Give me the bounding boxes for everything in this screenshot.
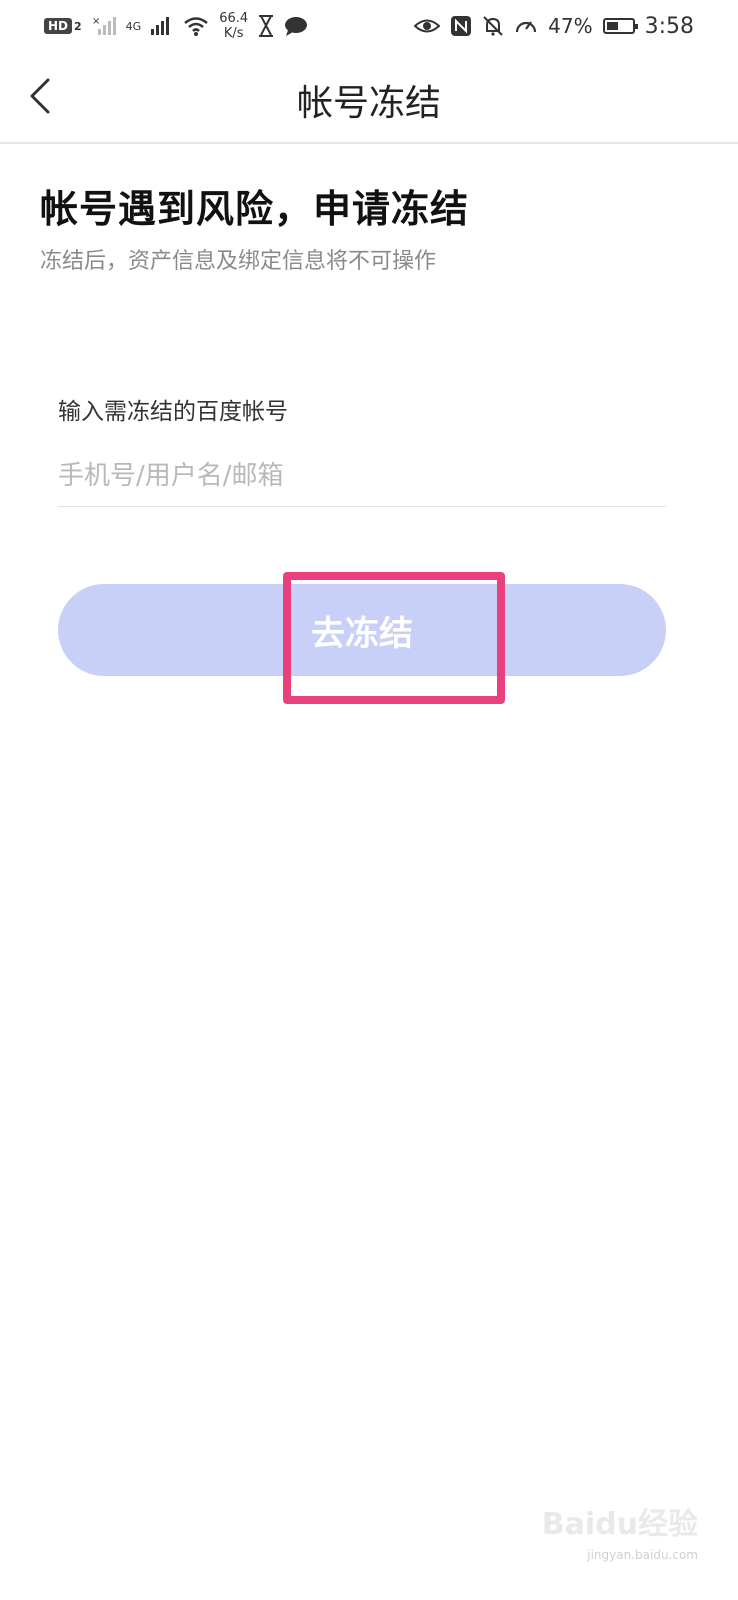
freeze-button[interactable]: 去冻结 <box>58 584 666 676</box>
clock: 3:58 <box>644 13 694 39</box>
net-speed-value: 66.4 <box>219 11 249 26</box>
page-title: 帐号冻结 <box>296 83 441 124</box>
watermark: Baidu经验 jingyan.baidu.com <box>542 1510 698 1570</box>
signal-x-icon: × <box>92 16 116 35</box>
subtitle: 冻结后，资产信息及绑定信息将不可操作 <box>40 249 437 274</box>
speed-icon <box>516 21 537 33</box>
network-type-label: 4G <box>125 19 142 33</box>
account-input[interactable] <box>58 446 666 507</box>
watermark-sub: jingyan.baidu.com <box>587 1548 698 1562</box>
freeze-button-label: 去冻结 <box>311 613 413 654</box>
hourglass-icon <box>259 15 274 37</box>
signal-icon <box>151 17 170 35</box>
hd-badge: HD <box>44 18 73 34</box>
battery-fill <box>606 22 618 30</box>
watermark-text: Baidu经验 <box>541 1507 698 1542</box>
chat-icon <box>285 17 308 36</box>
net-speed-unit: K/s <box>223 26 244 41</box>
net-speed: 66.4 K/s <box>219 11 248 41</box>
battery-percent: 47% <box>548 14 593 38</box>
status-bar-right: 47% 3:58 <box>414 14 694 39</box>
status-bar-left: HD 2 × 4G 66.4 K/s <box>44 11 308 41</box>
nfc-icon <box>451 16 472 36</box>
account-field-label: 输入需冻结的百度帐号 <box>58 399 288 425</box>
sim-number: 2 <box>74 19 82 33</box>
wifi-icon <box>184 17 208 36</box>
eye-icon <box>414 19 441 33</box>
headline: 帐号遇到风险，申请冻结 <box>40 187 470 231</box>
nav-header: 帐号冻结 <box>0 52 738 144</box>
battery-icon <box>602 18 638 34</box>
status-bar: HD 2 × 4G 66.4 K/s 47% 3:58 <box>0 0 738 52</box>
svg-text:×: × <box>92 16 100 27</box>
bell-off-icon <box>483 16 503 36</box>
